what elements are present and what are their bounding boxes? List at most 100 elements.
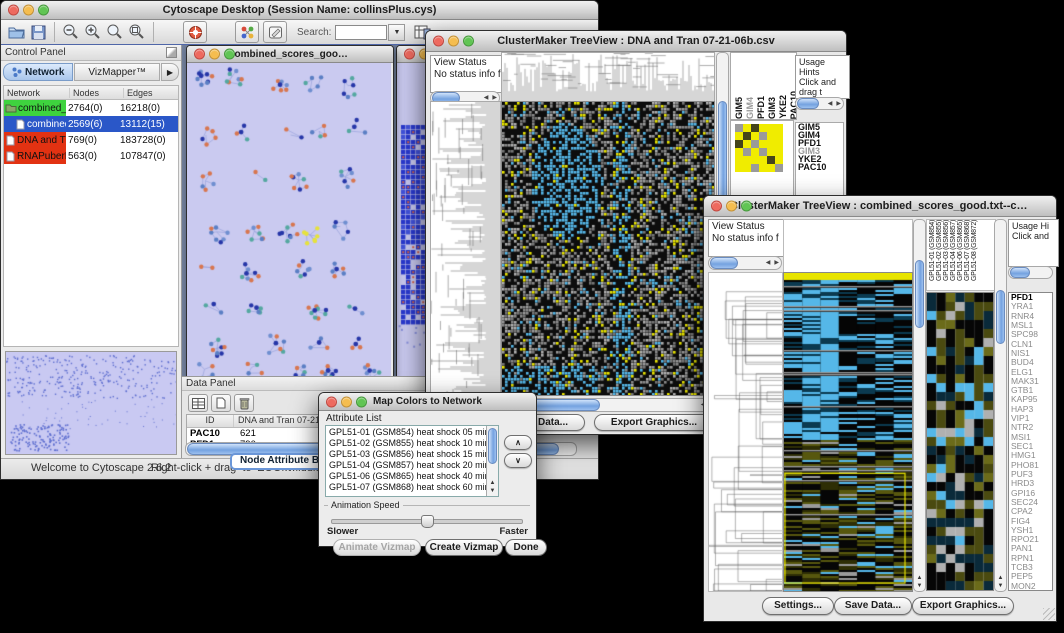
matrix-cell[interactable] [759,164,767,172]
matrix-cell[interactable] [775,132,783,140]
matrix-cell[interactable] [743,164,751,172]
matrix-cell[interactable] [751,132,759,140]
move-down-button[interactable]: ∨ [504,453,532,468]
birds-eye-view[interactable] [5,351,177,455]
matrix-cell[interactable] [775,124,783,132]
close-icon[interactable] [433,36,444,47]
attribute-list-item[interactable]: GPL51-03 (GSM856) heat shock 15 min [326,449,486,460]
tv2-heatmap-vscrollbar[interactable]: ▲▼ [913,219,926,592]
main-title-bar[interactable]: Cytoscape Desktop (Session Name: collins… [1,1,598,20]
matrix-cell[interactable] [767,148,775,156]
annotation-note-icon[interactable] [263,21,287,43]
attribute-list-item[interactable]: GPL51-07 (GSM868) heat shock 60 min [326,482,486,493]
network-view-canvas[interactable] [187,63,391,376]
attribute-list-item[interactable]: GPL51-04 (GSM857) heat shock 20 min [326,460,486,471]
vizmapper-nodes-icon[interactable] [235,21,259,43]
matrix-cell[interactable] [735,140,743,148]
network-table-header[interactable]: Network Nodes Edges [4,86,178,100]
id-column-header[interactable]: ID [187,415,234,427]
tv1-heatmap[interactable] [501,101,715,396]
export-graphics-button[interactable]: Export Graphics... [594,414,714,431]
matrix-cell[interactable] [735,124,743,132]
zoom-window-icon[interactable] [463,36,474,47]
matrix-cell[interactable] [775,140,783,148]
float-panel-icon[interactable] [166,47,177,58]
tv2-status-hscrollbar[interactable]: ◀▶ [708,256,782,270]
tv2-gene-list[interactable]: PFD1YRA1RNR4MSL1SPC98CLN1NIS1BUD4ELG1MAK… [1008,292,1053,591]
matrix-cell[interactable] [775,156,783,164]
minimize-icon[interactable] [23,5,34,16]
new-attribute-icon[interactable] [211,394,231,412]
matrix-cell[interactable] [759,140,767,148]
minimize-icon[interactable] [341,396,352,407]
save-session-icon[interactable] [27,22,49,42]
tv2-heatmap[interactable] [783,272,913,592]
matrix-cell[interactable] [751,164,759,172]
minimize-icon[interactable] [209,49,220,60]
open-file-icon[interactable] [5,22,27,42]
help-lifebuoy-icon[interactable] [183,21,207,43]
window-controls[interactable] [8,5,49,16]
settings-button[interactable]: Settings... [762,597,834,615]
matrix-cell[interactable] [751,156,759,164]
export-graphics-button[interactable]: Export Graphics... [912,597,1014,615]
attribute-list[interactable]: GPL51-01 (GSM854) heat shock 05 minGPL51… [325,425,499,497]
matrix-cell[interactable] [743,124,751,132]
matrix-cell[interactable] [735,132,743,140]
tv2-zoom-heatmap[interactable] [926,292,994,591]
tv1-row-dendrogram[interactable] [430,101,501,396]
matrix-cell[interactable] [743,148,751,156]
delete-attribute-icon[interactable] [234,394,254,412]
matrix-cell[interactable] [751,124,759,132]
matrix-cell[interactable] [751,140,759,148]
matrix-cell[interactable] [735,148,743,156]
animate-vizmap-button[interactable]: Animate Vizmap [333,539,421,556]
zoom-out-icon[interactable] [60,22,82,42]
zoom-window-icon[interactable] [38,5,49,16]
search-dropdown-button[interactable]: ▼ [388,24,405,41]
network-row-rnapuber[interactable]: RNAPuberNov2+ 563(0) 107847(0) [4,148,178,164]
matrix-cell[interactable] [767,156,775,164]
resize-grip[interactable] [1043,608,1055,620]
animation-slider[interactable] [331,515,523,525]
attribute-list-vscrollbar[interactable]: ▲▼ [486,426,498,496]
matrix-cell[interactable] [775,148,783,156]
attribute-list-item[interactable]: GPL51-02 (GSM855) heat shock 10 min [326,438,486,449]
create-vizmap-button[interactable]: Create Vizmap [425,539,503,556]
matrix-cell[interactable] [767,124,775,132]
tv1-detail-hscrollbar[interactable]: ◀▶ [795,97,844,110]
close-icon[interactable] [404,49,415,60]
attribute-list-item[interactable]: GPL51-01 (GSM854) heat shock 05 min [326,427,486,438]
matrix-cell[interactable] [759,156,767,164]
network-row-dna-tran[interactable]: DNA and Tran 07 769(0) 183728(0) [4,132,178,148]
tab-network[interactable]: Network [3,63,73,81]
matrix-cell[interactable] [743,156,751,164]
zoom-selected-icon[interactable] [104,22,126,42]
minimize-icon[interactable] [726,201,737,212]
matrix-cell[interactable] [743,140,751,148]
matrix-cell[interactable] [735,164,743,172]
matrix-cell[interactable] [743,132,751,140]
tv2-zoom-vscrollbar[interactable]: ▲▼ [994,219,1007,592]
matrix-cell[interactable] [759,124,767,132]
zoom-window-icon[interactable] [224,49,235,60]
tab-vizmapper[interactable]: VizMapper™ [74,63,160,81]
save-data-button[interactable]: Save Data... [834,597,912,615]
matrix-cell[interactable] [759,132,767,140]
tv2-row-dendrogram[interactable] [708,272,783,592]
close-icon[interactable] [194,49,205,60]
minimize-icon[interactable] [448,36,459,47]
matrix-cell[interactable] [759,148,767,156]
matrix-cell[interactable] [751,148,759,156]
close-icon[interactable] [711,201,722,212]
tab-overflow-button[interactable]: ▶ [161,63,179,81]
matrix-cell[interactable] [767,164,775,172]
matrix-cell[interactable] [767,132,775,140]
close-icon[interactable] [326,396,337,407]
slider-thumb[interactable] [421,515,434,528]
matrix-cell[interactable] [767,140,775,148]
zoom-window-icon[interactable] [741,201,752,212]
tv2-hints-hscrollbar[interactable] [1008,266,1053,279]
zoom-in-icon[interactable] [82,22,104,42]
matrix-cell[interactable] [775,164,783,172]
